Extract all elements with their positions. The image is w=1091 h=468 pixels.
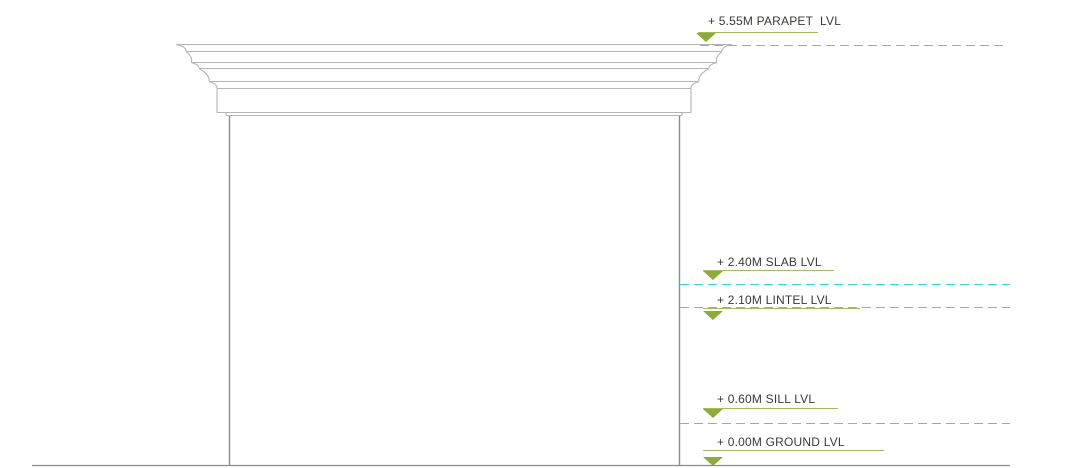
level-marker-sill: + 0.60M SILL LVL — [680, 392, 1010, 424]
level-label-slab: + 2.40M SLAB LVL — [717, 255, 822, 269]
level-marker-ground: + 0.00M GROUND LVL — [703, 435, 884, 466]
level-triangle-ground — [703, 457, 723, 466]
level-triangle-lintel — [703, 311, 723, 320]
level-label-parapet: + 5.55M PARAPET LVL — [708, 14, 841, 28]
level-label-ground: + 0.00M GROUND LVL — [717, 435, 845, 449]
level-marker-lintel: + 2.10M LINTEL LVL — [680, 293, 1010, 320]
parapet-cornice — [175, 43, 733, 117]
level-label-sill: + 0.60M SILL LVL — [717, 392, 815, 406]
level-triangle-parapet — [696, 33, 716, 42]
level-marker-slab: + 2.40M SLAB LVL — [680, 255, 1010, 285]
elevation-drawing: + 5.55M PARAPET LVL + 2.40M SLAB LVL + 2… — [32, 14, 1010, 467]
level-triangle-sill — [703, 409, 723, 418]
level-marker-parapet: + 5.55M PARAPET LVL — [696, 14, 1003, 46]
level-triangle-slab — [703, 271, 723, 280]
level-label-lintel: + 2.10M LINTEL LVL — [717, 293, 832, 307]
